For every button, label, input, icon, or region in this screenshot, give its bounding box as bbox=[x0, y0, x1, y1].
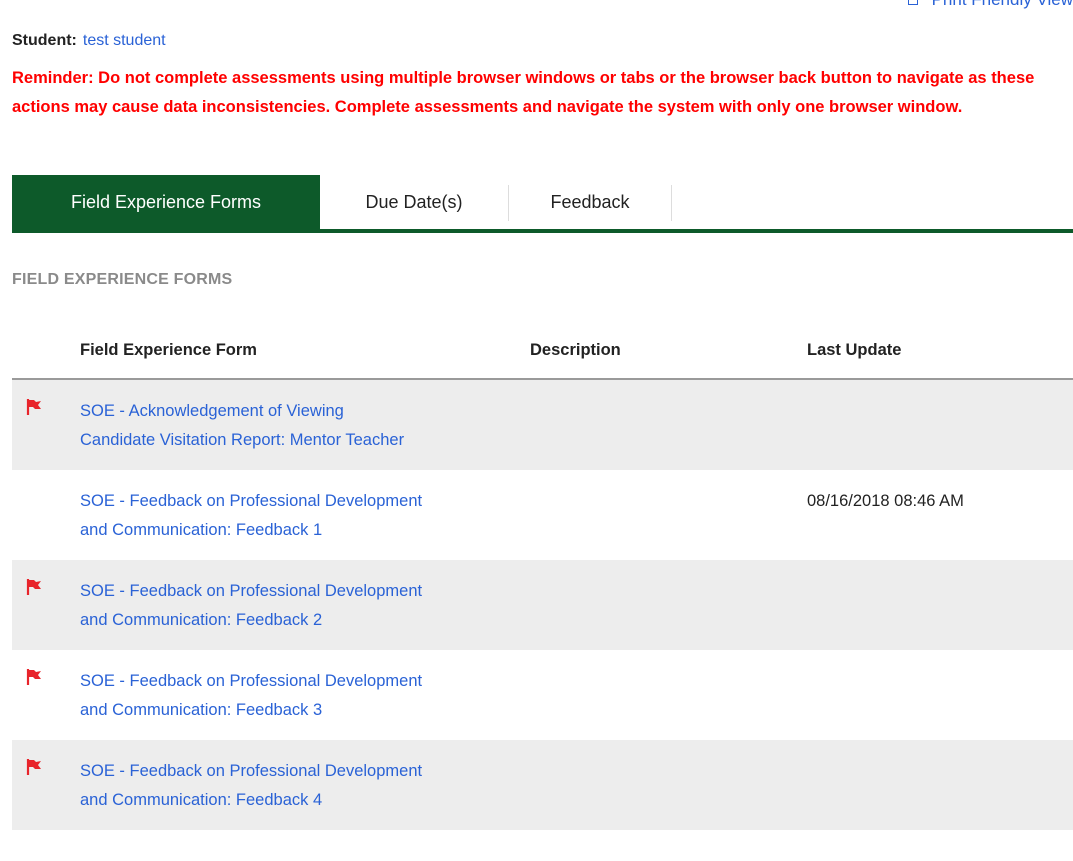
table-header: Field Experience Form Description Last U… bbox=[12, 320, 1073, 380]
forms-table: Field Experience Form Description Last U… bbox=[12, 320, 1073, 830]
form-link[interactable]: SOE - Acknowledgement of Viewing Candida… bbox=[80, 397, 520, 455]
table-row: SOE - Acknowledgement of Viewing Candida… bbox=[12, 380, 1073, 470]
flag-icon bbox=[26, 669, 41, 685]
form-link-line2[interactable]: and Communication: Feedback 1 bbox=[80, 516, 520, 545]
form-link-line1[interactable]: SOE - Feedback on Professional Developme… bbox=[80, 487, 520, 516]
print-friendly-label[interactable]: Print Friendly View bbox=[932, 0, 1073, 10]
page: Print Friendly View Student: test student… bbox=[0, 0, 1073, 861]
table-row: SOE - Feedback on Professional Developme… bbox=[12, 470, 1073, 560]
form-link-line2[interactable]: and Communication: Feedback 2 bbox=[80, 606, 520, 635]
tab-divider bbox=[671, 185, 672, 221]
column-header-last-update: Last Update bbox=[807, 341, 902, 359]
flag-icon bbox=[26, 759, 41, 775]
column-header-description: Description bbox=[530, 341, 621, 359]
form-link-line2[interactable]: and Communication: Feedback 3 bbox=[80, 696, 520, 725]
table-row: SOE - Feedback on Professional Developme… bbox=[12, 740, 1073, 830]
form-link[interactable]: SOE - Feedback on Professional Developme… bbox=[80, 487, 520, 545]
section-title: FIELD EXPERIENCE FORMS bbox=[12, 271, 233, 288]
student-info: Student: test student bbox=[12, 32, 166, 50]
last-update: 08/16/2018 08:46 AM bbox=[807, 492, 964, 510]
form-link-line1[interactable]: SOE - Acknowledgement of Viewing bbox=[80, 397, 520, 426]
table-row: SOE - Feedback on Professional Developme… bbox=[12, 650, 1073, 740]
column-header-form: Field Experience Form bbox=[80, 341, 257, 359]
print-friendly-link[interactable]: Print Friendly View bbox=[907, 0, 1073, 10]
form-link-line1[interactable]: SOE - Feedback on Professional Developme… bbox=[80, 667, 520, 696]
student-name: test student bbox=[82, 32, 166, 49]
form-link[interactable]: SOE - Feedback on Professional Developme… bbox=[80, 577, 520, 635]
student-label: Student: bbox=[12, 32, 77, 49]
flag-icon bbox=[26, 399, 41, 415]
form-link-line1[interactable]: SOE - Feedback on Professional Developme… bbox=[80, 577, 520, 606]
tab-bar: Field Experience Forms Due Date(s) Feedb… bbox=[12, 175, 1073, 233]
tab-feedback[interactable]: Feedback bbox=[509, 175, 671, 229]
tab-due-dates[interactable]: Due Date(s) bbox=[320, 175, 508, 229]
reminder-message: Reminder: Do not complete assessments us… bbox=[12, 69, 1035, 116]
print-icon bbox=[907, 0, 918, 5]
form-link-line1[interactable]: SOE - Feedback on Professional Developme… bbox=[80, 757, 520, 786]
flag-icon bbox=[26, 579, 41, 595]
form-link[interactable]: SOE - Feedback on Professional Developme… bbox=[80, 667, 520, 725]
table-row: SOE - Feedback on Professional Developme… bbox=[12, 560, 1073, 650]
form-link-line2[interactable]: and Communication: Feedback 4 bbox=[80, 786, 520, 815]
tab-field-experience-forms[interactable]: Field Experience Forms bbox=[12, 175, 320, 229]
form-link[interactable]: SOE - Feedback on Professional Developme… bbox=[80, 757, 520, 815]
form-link-line2[interactable]: Candidate Visitation Report: Mentor Teac… bbox=[80, 426, 520, 455]
